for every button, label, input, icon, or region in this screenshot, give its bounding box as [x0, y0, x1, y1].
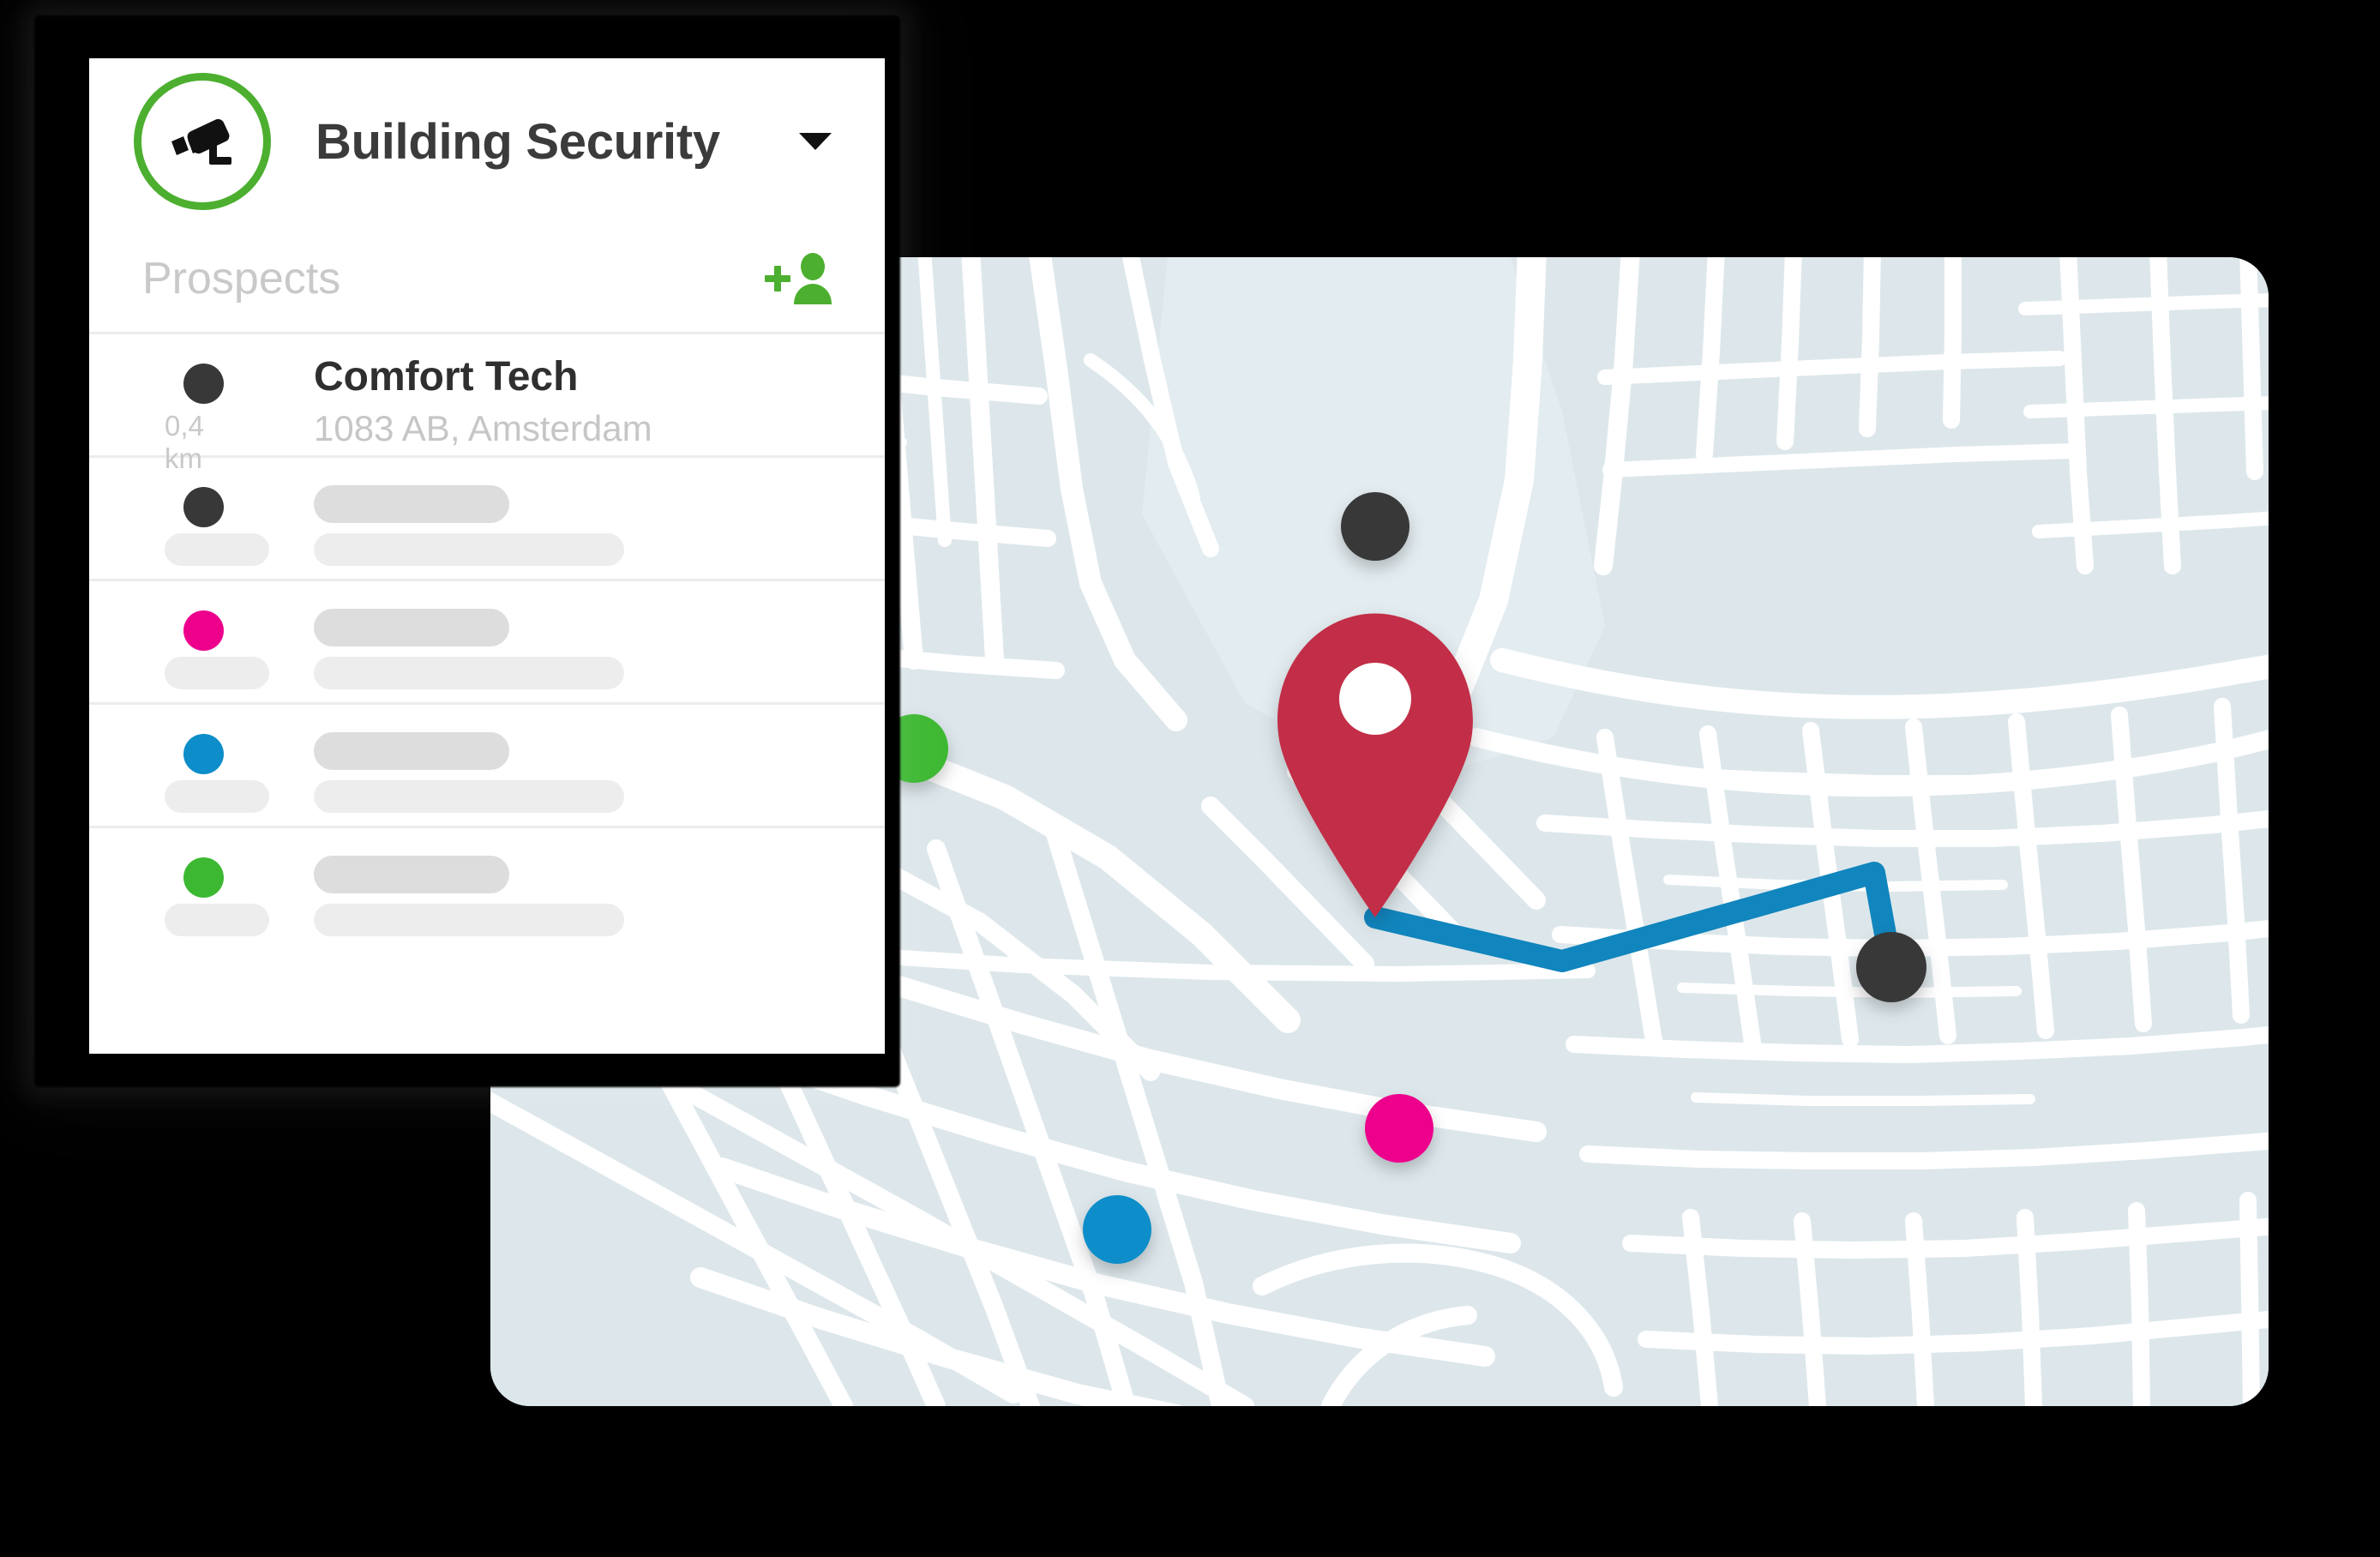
skeleton-distance: [165, 904, 269, 936]
row-subtitle: 1083 AB, Amsterdam: [314, 408, 652, 448]
status-dot: [183, 734, 224, 774]
status-dot: [183, 610, 224, 651]
row-title: Comfort Tech: [314, 354, 579, 400]
skeleton-title: [314, 485, 509, 523]
skeleton-title: [314, 856, 509, 893]
skeleton-subtitle: [314, 780, 624, 813]
status-dot: [183, 857, 224, 898]
status-dot: [183, 364, 224, 404]
screenshot-canvas: Building Security Prospects 0,4 km Comfo…: [0, 0, 2380, 1557]
brand-title: Building Security: [316, 113, 720, 170]
chevron-down-icon[interactable]: [799, 133, 832, 150]
prospects-list: 0,4 km Comfort Tech 1083 AB, Amsterdam: [89, 334, 885, 952]
skeleton-subtitle: [314, 657, 624, 689]
skeleton-distance: [165, 780, 269, 813]
list-item[interactable]: [89, 705, 885, 828]
skeleton-title: [314, 732, 509, 770]
list-item[interactable]: 0,4 km Comfort Tech 1083 AB, Amsterdam: [89, 334, 885, 474]
skeleton-distance: [165, 533, 269, 566]
skeleton-subtitle: [314, 904, 624, 936]
prospects-label: Prospects: [142, 253, 341, 304]
marker-dark-route-end[interactable]: [1856, 932, 1926, 1002]
skeleton-title: [314, 609, 509, 646]
list-item[interactable]: [89, 458, 885, 581]
list-item[interactable]: [89, 581, 885, 705]
skeleton-distance: [165, 657, 269, 689]
marker-pink-south[interactable]: [1365, 1094, 1433, 1163]
marker-blue-southwest[interactable]: [1083, 1195, 1151, 1264]
prospects-section-header: Prospects: [89, 225, 885, 334]
security-camera-icon: [171, 118, 231, 165]
skeleton-subtitle: [314, 533, 624, 566]
list-item[interactable]: [89, 828, 885, 952]
status-dot: [183, 487, 224, 527]
marker-dark-north[interactable]: [1341, 492, 1409, 561]
panel-header[interactable]: Building Security: [89, 58, 885, 225]
prospects-panel: Building Security Prospects 0,4 km Comfo…: [89, 58, 885, 1054]
add-person-icon[interactable]: [763, 251, 835, 306]
brand-badge: [134, 73, 271, 210]
